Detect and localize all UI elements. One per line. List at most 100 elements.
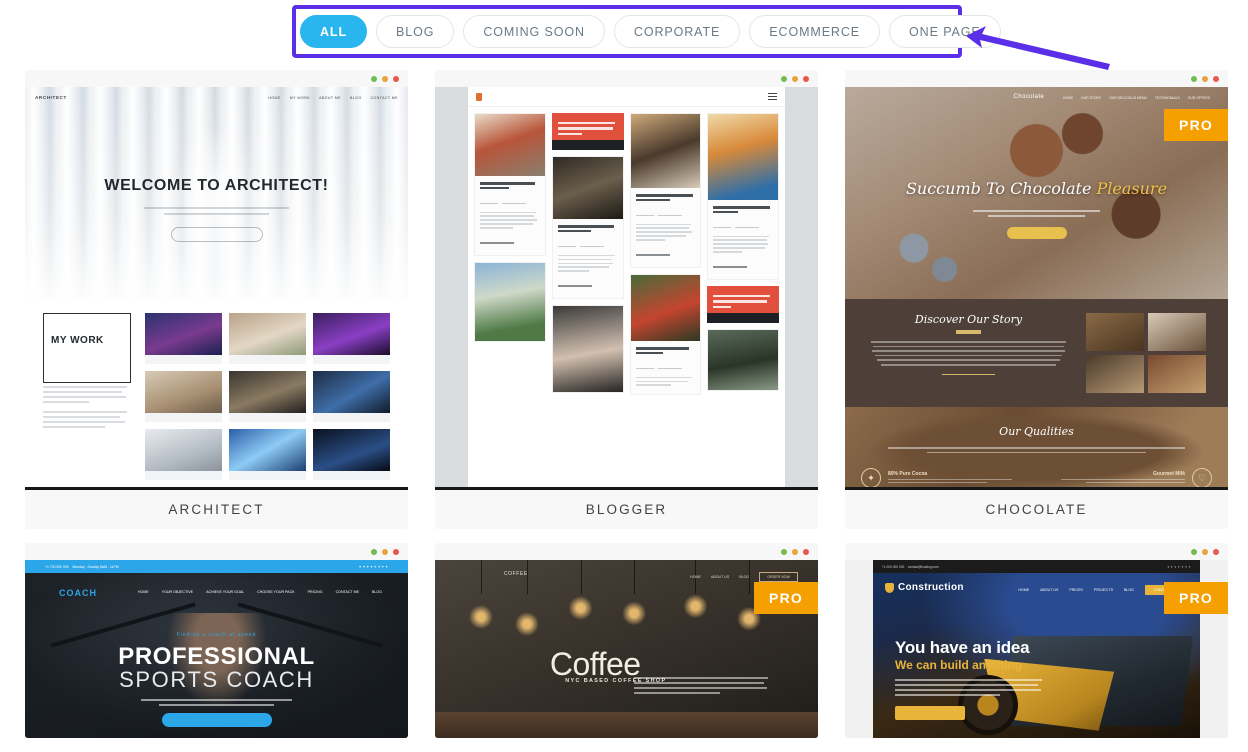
mini-social-icons: ✦ ✦ ✦ ✦ ✦ ✦ ✦ ✦	[359, 565, 388, 569]
shield-icon	[885, 583, 894, 593]
template-gallery: ARCHITECT HOME MY WORK ABOUT ME BLOG CON…	[0, 70, 1248, 752]
mini-post-text	[713, 236, 773, 253]
mini-hero-title-main: Succumb To Chocolate	[906, 179, 1091, 198]
mini-post-text	[636, 377, 696, 386]
mini-nav-item: BLOG	[739, 575, 749, 579]
mini-post-title	[636, 194, 696, 201]
mini-quote-card	[707, 286, 779, 323]
mini-nav: HOME MY WORK ABOUT ME BLOG CONTACT ME	[268, 96, 398, 100]
mini-nav-item: OUR DELICIOUS MENU	[1109, 96, 1147, 100]
mini-work-paragraph	[43, 386, 131, 428]
mini-hero-title: Succumb To Chocolate Pleasure	[845, 179, 1228, 198]
mini-nav-item: PROJECTS	[1094, 588, 1113, 592]
chrome-dot-green-icon	[781, 549, 787, 555]
chrome-dot-green-icon	[1191, 76, 1197, 82]
mini-logo: Construction	[885, 582, 964, 593]
template-preview-coach[interactable]: +1 700 000 000 Monday - Sunday 8AM - 11P…	[25, 560, 408, 738]
template-preview-construction[interactable]: PRO +1 000 000 000 contact@hosting.com ✦…	[845, 560, 1228, 738]
mini-header	[468, 87, 785, 107]
browser-chrome	[845, 543, 1228, 560]
template-name-chocolate: CHOCOLATE	[845, 487, 1228, 529]
mini-read-more	[713, 266, 747, 268]
mini-hero-title-accent: Pleasure	[1097, 179, 1168, 198]
mini-hero-text	[634, 674, 772, 697]
chrome-dot-red-icon	[1213, 549, 1219, 555]
mini-nav-item: PRICES	[1069, 588, 1082, 592]
mini-nav-item: CONTACT ME	[336, 590, 359, 594]
mini-post-title	[636, 347, 696, 354]
mini-post-card	[707, 329, 779, 391]
mini-work-grid	[145, 313, 390, 473]
chrome-dot-amber-icon	[382, 76, 388, 82]
mini-nav-item: ABOUT US	[1040, 588, 1058, 592]
mini-section-title: MY WORK	[51, 335, 123, 347]
mini-logo: COFFEE	[504, 571, 528, 577]
template-card-coffee[interactable]: PRO COFFEE HOME ABOUT US	[435, 543, 818, 738]
mini-social-icons: ✦ ✦ ✦ ✦ ✦ ✦ ✦	[1167, 565, 1191, 569]
mini-logo: COACH	[59, 588, 97, 598]
mini-nav: HOME ABOUT US BLOG ORDER NOW	[690, 572, 798, 582]
chrome-dot-red-icon	[803, 549, 809, 555]
browser-chrome	[25, 70, 408, 87]
pro-badge: PRO	[1164, 109, 1228, 141]
filter-tab-all[interactable]: ALL	[300, 15, 367, 48]
template-card-architect[interactable]: ARCHITECT HOME MY WORK ABOUT ME BLOG CON…	[25, 70, 408, 529]
mini-post-card	[552, 156, 624, 299]
mini-qualities-section: Our Qualities ✦80% Pure Cocoa ☺Since 198…	[845, 407, 1228, 487]
mini-topbar-contact: +1 700 000 000 Monday - Sunday 8AM - 11P…	[45, 565, 119, 569]
mini-logo: Chocolate	[1014, 94, 1045, 100]
chrome-dot-amber-icon	[382, 549, 388, 555]
template-card-construction[interactable]: PRO +1 000 000 000 contact@hosting.com ✦…	[845, 543, 1228, 738]
mini-hero-subtitle: We can build anything	[895, 658, 1022, 672]
mini-read-more	[636, 254, 670, 256]
mini-nav-item: OUR STORY	[1081, 96, 1101, 100]
chrome-dot-green-icon	[371, 549, 377, 555]
mini-nav: HOME OUR STORY OUR DELICIOUS MENU TESTIM…	[1063, 96, 1210, 100]
mini-nav-item: BLOG	[1124, 588, 1134, 592]
mini-post-card	[552, 305, 624, 393]
mini-post-meta	[480, 191, 540, 209]
mini-nav-item: CONTACT ME	[371, 96, 398, 100]
quality-icon-milk: ♡	[1192, 468, 1212, 487]
browser-chrome	[25, 543, 408, 560]
mini-hero-cta	[1007, 227, 1067, 239]
template-card-coach[interactable]: +1 700 000 000 Monday - Sunday 8AM - 11P…	[25, 543, 408, 738]
mini-story-section: Discover Our Story	[845, 299, 1228, 407]
mini-post-text	[636, 224, 696, 241]
pro-badge: PRO	[1164, 582, 1228, 614]
template-name-architect: ARCHITECT	[25, 487, 408, 529]
filter-tab-corporate[interactable]: CORPORATE	[614, 15, 740, 48]
filter-tab-one-page[interactable]: ONE PAGE	[889, 15, 1001, 48]
mini-nav-item: HOME	[1018, 588, 1029, 592]
mini-nav-item: HOME	[1063, 96, 1073, 100]
mini-work-section: MY WORK	[25, 299, 408, 487]
mini-nav-item: ABOUT US	[711, 575, 729, 579]
filter-tab-label: BLOG	[396, 25, 434, 39]
mini-post-text	[480, 212, 540, 229]
template-preview-chocolate[interactable]: PRO Chocolate HOME OUR STORY OUR DELICIO…	[845, 87, 1228, 487]
mini-nav-item: BLOG	[372, 590, 382, 594]
mini-post-meta	[713, 215, 773, 233]
mini-hero-text	[132, 203, 301, 219]
filter-tab-coming-soon[interactable]: COMING SOON	[463, 15, 605, 48]
mini-nav-item: ACHIEVE YOUR GOAL	[206, 590, 244, 594]
filter-tab-ecommerce[interactable]: ECOMMERCE	[749, 15, 880, 48]
mini-quality-label: Gourmet Milk	[1051, 471, 1185, 477]
mini-hero-cta	[895, 706, 965, 720]
mini-topbar-contact: +1 000 000 000 contact@hosting.com	[882, 565, 939, 569]
template-card-blogger[interactable]: BLOGGER	[435, 70, 818, 529]
mini-post-text	[558, 255, 618, 272]
mini-nav-item: OUR OFFERS	[1188, 96, 1210, 100]
filter-tab-label: ECOMMERCE	[769, 25, 860, 39]
mini-nav-item: PRICING	[308, 590, 323, 594]
template-card-chocolate[interactable]: PRO Chocolate HOME OUR STORY OUR DELICIO…	[845, 70, 1228, 529]
filter-tab-blog[interactable]: BLOG	[376, 15, 454, 48]
template-preview-coffee[interactable]: PRO COFFEE HOME ABOUT US	[435, 560, 818, 738]
mini-hero-cta	[162, 713, 272, 727]
browser-chrome	[435, 543, 818, 560]
pro-badge: PRO	[754, 582, 818, 614]
filter-tab-label: CORPORATE	[634, 25, 720, 39]
template-preview-architect[interactable]: ARCHITECT HOME MY WORK ABOUT ME BLOG CON…	[25, 87, 408, 487]
template-preview-blogger[interactable]	[435, 87, 818, 487]
chrome-dot-amber-icon	[792, 549, 798, 555]
